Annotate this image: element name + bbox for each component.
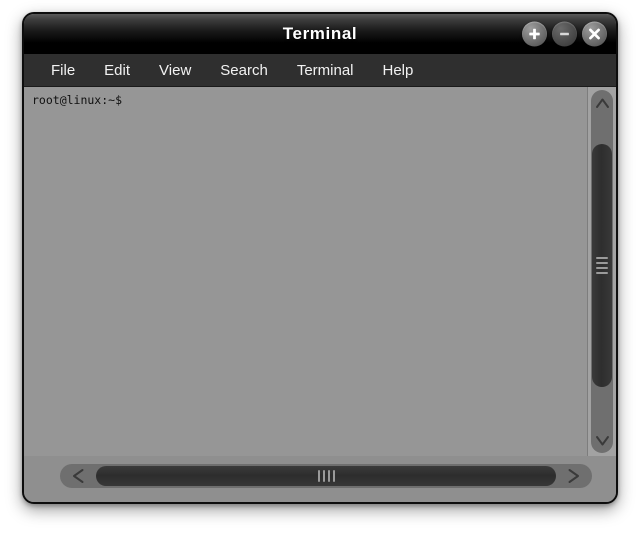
scroll-left-button[interactable] — [62, 465, 96, 487]
window-controls — [522, 21, 607, 47]
horizontal-scroll-track[interactable] — [96, 466, 556, 486]
plus-icon — [529, 28, 540, 40]
terminal-body: root@linux:~$ — [24, 87, 616, 456]
chevron-down-icon — [595, 435, 609, 445]
scroll-right-button[interactable] — [556, 465, 590, 487]
menu-item-edit[interactable]: Edit — [91, 59, 143, 82]
chevron-left-icon — [73, 469, 84, 483]
scroll-up-button[interactable] — [591, 90, 613, 116]
vertical-thumb-grip-icon — [596, 256, 608, 274]
terminal-content-area[interactable]: root@linux:~$ — [24, 87, 587, 456]
chevron-up-icon — [595, 98, 609, 108]
close-button[interactable] — [582, 21, 607, 47]
minus-icon — [560, 32, 569, 36]
horizontal-scroll-thumb[interactable] — [96, 466, 556, 486]
horizontal-scrollbar-row — [24, 456, 616, 502]
vertical-scroll-track[interactable] — [591, 116, 613, 427]
vertical-scrollbar[interactable] — [587, 87, 616, 456]
menu-item-search[interactable]: Search — [207, 59, 281, 82]
close-icon — [589, 28, 600, 40]
menu-item-terminal[interactable]: Terminal — [284, 59, 367, 82]
vertical-scroll-thumb[interactable] — [592, 143, 612, 387]
menu-item-view[interactable]: View — [146, 59, 204, 82]
scroll-down-button[interactable] — [591, 427, 613, 453]
menu-item-help[interactable]: Help — [370, 59, 427, 82]
terminal-prompt-line: root@linux:~$ — [32, 93, 123, 107]
terminal-window: Terminal File Edit View Search Terminal … — [22, 12, 618, 504]
menu-bar: File Edit View Search Terminal Help — [24, 54, 616, 87]
chevron-right-icon — [568, 469, 579, 483]
minimize-button[interactable] — [552, 21, 577, 47]
horizontal-scrollbar[interactable] — [60, 464, 592, 488]
title-bar[interactable]: Terminal — [24, 14, 616, 54]
window-title: Terminal — [282, 24, 358, 43]
horizontal-thumb-grip-icon — [317, 470, 335, 482]
maximize-button[interactable] — [522, 21, 547, 47]
menu-item-file[interactable]: File — [38, 59, 88, 82]
